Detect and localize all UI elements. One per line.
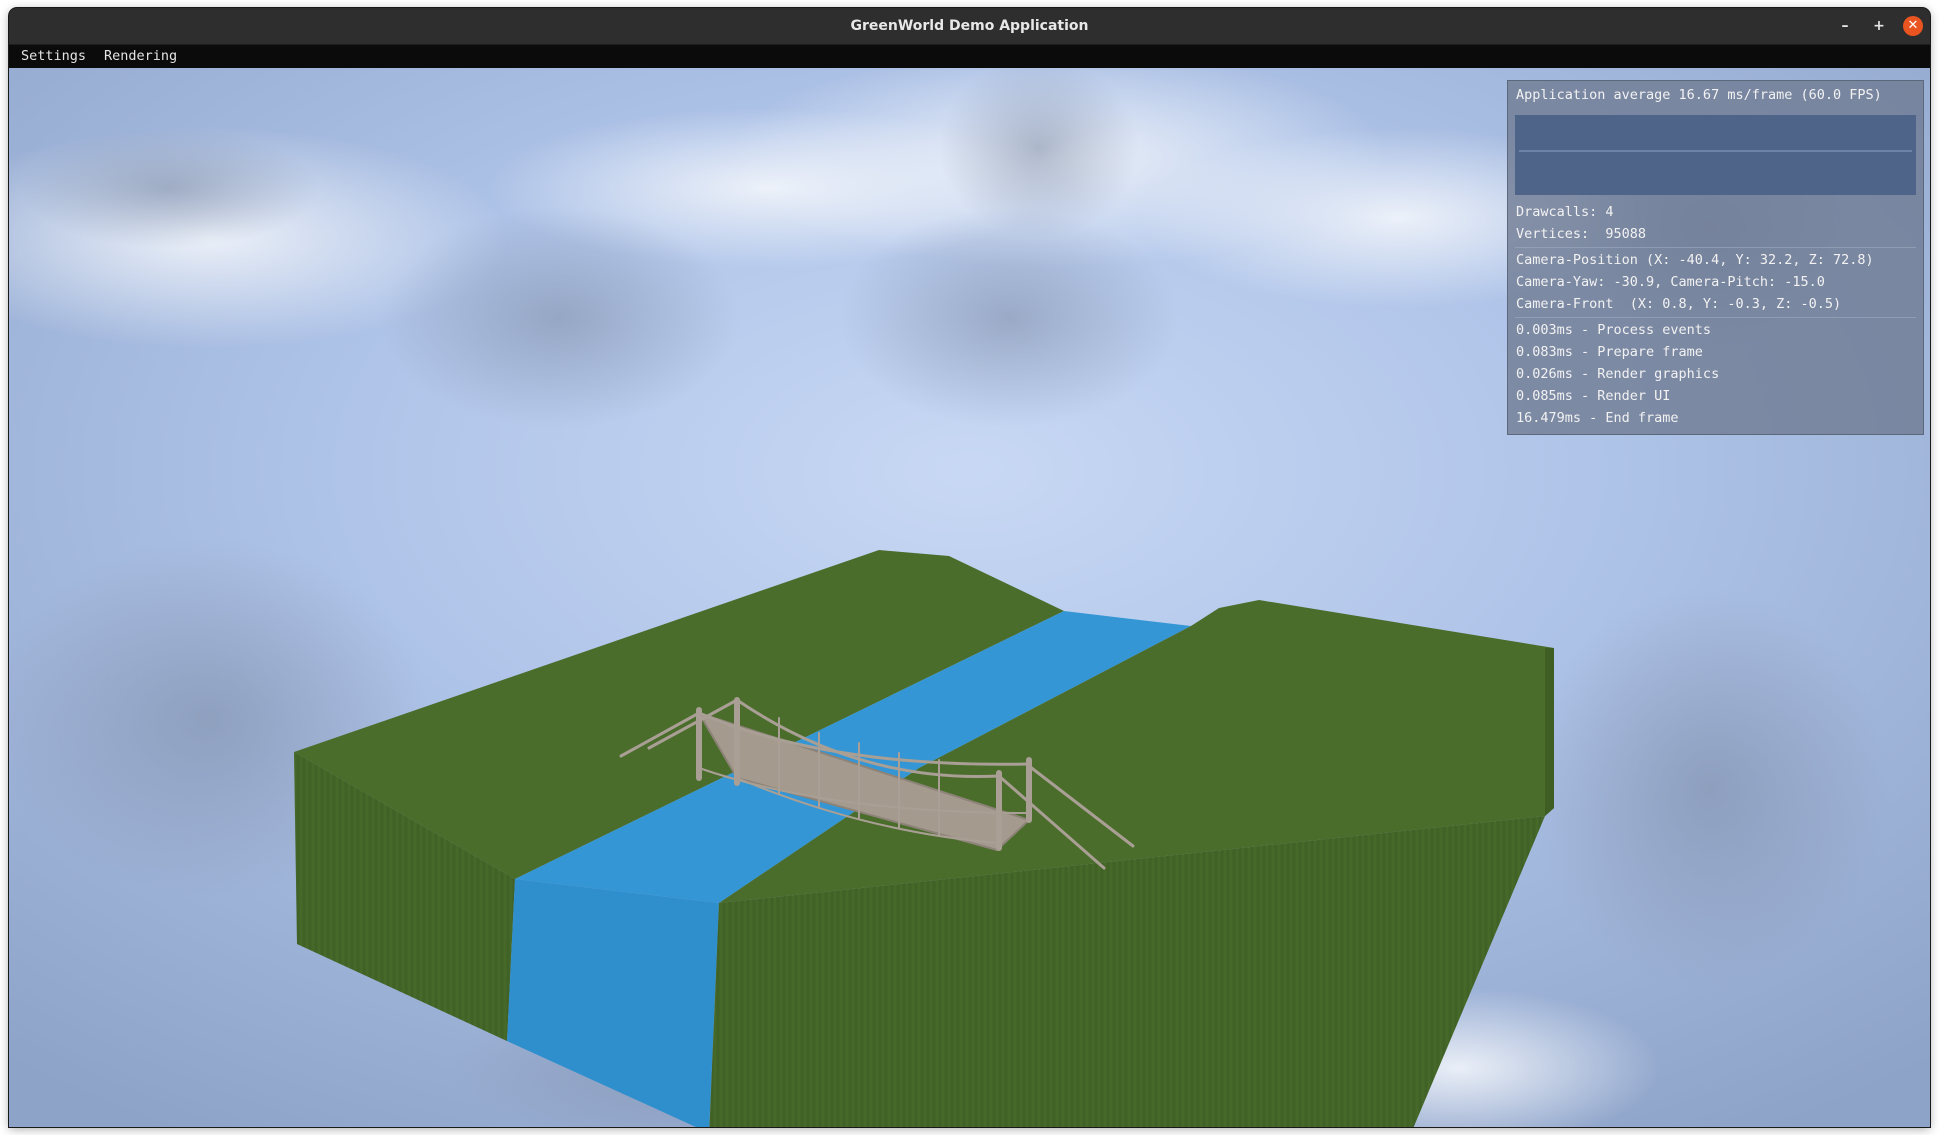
vertices-readout: Vertices: 95088 — [1516, 226, 1647, 242]
title-bar[interactable]: GreenWorld Demo Application – + ✕ — [9, 8, 1930, 45]
fps-readout: Application average 16.67 ms/frame (60.0… — [1516, 87, 1882, 103]
timing-process-events: 0.003ms - Process events — [1516, 322, 1712, 338]
close-button[interactable]: ✕ — [1903, 16, 1923, 36]
camera-position-readout: Camera-Position (X: -40.4, Y: 32.2, Z: 7… — [1516, 252, 1874, 268]
menu-settings[interactable]: Settings — [21, 45, 86, 68]
timing-render-ui: 0.085ms - Render UI — [1516, 388, 1671, 404]
maximize-button[interactable]: + — [1869, 16, 1889, 36]
menu-bar: Settings Rendering — [9, 45, 1930, 68]
frame-time-graph — [1515, 115, 1916, 195]
menu-rendering[interactable]: Rendering — [104, 45, 177, 68]
stats-separator — [1515, 317, 1916, 318]
drawcalls-readout: Drawcalls: 4 — [1516, 204, 1614, 220]
timing-end-frame: 16.479ms - End frame — [1516, 410, 1679, 426]
minimize-button[interactable]: – — [1835, 16, 1855, 36]
timing-prepare-frame: 0.083ms - Prepare frame — [1516, 344, 1703, 360]
stats-overlay[interactable]: Application average 16.67 ms/frame (60.0… — [1507, 80, 1924, 435]
stats-separator — [1515, 247, 1916, 248]
window-title: GreenWorld Demo Application — [850, 18, 1089, 34]
3d-viewport[interactable]: Application average 16.67 ms/frame (60.0… — [9, 68, 1930, 1127]
application-window: GreenWorld Demo Application – + ✕ Settin… — [9, 8, 1930, 1127]
camera-yaw-pitch-readout: Camera-Yaw: -30.9, Camera-Pitch: -15.0 — [1516, 274, 1825, 290]
camera-front-readout: Camera-Front (X: 0.8, Y: -0.3, Z: -0.5) — [1516, 296, 1842, 312]
timing-render-graphics: 0.026ms - Render graphics — [1516, 366, 1720, 382]
